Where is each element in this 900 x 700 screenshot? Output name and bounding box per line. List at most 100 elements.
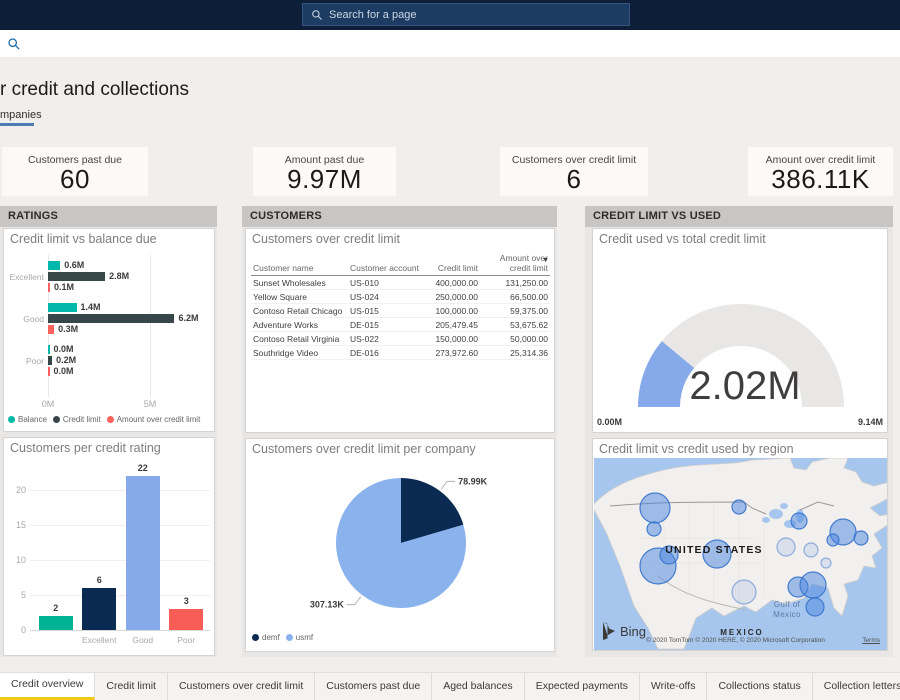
table-row[interactable]: Sunset WholesalesUS-010400,000.00131,250… bbox=[251, 276, 550, 290]
bar-amount-over-credit-limit[interactable] bbox=[48, 325, 54, 334]
map-bubble[interactable] bbox=[804, 543, 818, 557]
global-search-box[interactable] bbox=[302, 3, 630, 26]
map-bubble[interactable] bbox=[827, 534, 839, 546]
map-bubble[interactable] bbox=[821, 558, 831, 568]
map-bubble[interactable] bbox=[647, 522, 661, 536]
cell: DE-016 bbox=[348, 346, 421, 360]
data-label: 307.13K bbox=[310, 600, 345, 610]
nav-search-button[interactable] bbox=[4, 37, 24, 53]
map-bubble[interactable] bbox=[791, 513, 807, 529]
legend-item[interactable]: Balance bbox=[8, 415, 47, 424]
workspace-tab-write-offs[interactable]: Write-offs bbox=[640, 673, 708, 700]
bar-blank[interactable] bbox=[39, 616, 73, 630]
legend-label: demf bbox=[262, 633, 280, 642]
column-header-credit-limit[interactable]: Credit limit bbox=[421, 253, 480, 276]
bar-balance[interactable] bbox=[48, 303, 77, 312]
workspace-tab-collection-letters[interactable]: Collection letters bbox=[813, 673, 900, 700]
cell: US-022 bbox=[348, 332, 421, 346]
map-label: Mexico bbox=[773, 610, 801, 619]
data-label: 0.6M bbox=[64, 261, 84, 270]
map-bubble[interactable] bbox=[640, 493, 670, 523]
kpi-value: 386.11K bbox=[748, 166, 893, 192]
legend-label: Balance bbox=[18, 415, 47, 424]
bar-good[interactable] bbox=[126, 476, 160, 630]
map-bubble[interactable] bbox=[806, 598, 824, 616]
bar-amount-over-credit-limit[interactable] bbox=[48, 367, 50, 376]
chart-credit-limit-vs-balance-due: Credit limit vs balance due 0M5MExcellen… bbox=[3, 228, 215, 432]
category-label: Good bbox=[6, 314, 44, 324]
column-header-customer-account[interactable]: Customer account bbox=[348, 253, 421, 276]
map-bubble[interactable] bbox=[732, 580, 756, 604]
y-axis-tick: 20 bbox=[6, 485, 26, 495]
bing-map[interactable]: UNITED STATESMEXICOGulf ofMexico Bing © … bbox=[594, 458, 887, 650]
cell: 273,972.60 bbox=[421, 346, 480, 360]
data-label: 0.3M bbox=[58, 325, 78, 334]
kpi-amount-over-credit-limit[interactable]: Amount over credit limit 386.11K bbox=[748, 147, 893, 196]
workspace-tab-credit-limit[interactable]: Credit limit bbox=[95, 673, 168, 700]
bar-poor[interactable] bbox=[169, 609, 203, 630]
map-bubble[interactable] bbox=[800, 572, 826, 598]
column-header-customer-name[interactable]: Customer name bbox=[251, 253, 348, 276]
map-label: UNITED STATES bbox=[665, 544, 762, 556]
table-row[interactable]: Southridge VideoDE-016273,972.6025,314.3… bbox=[251, 346, 550, 360]
table-row[interactable]: Contoso Retail ChicagoUS-015100,000.0059… bbox=[251, 304, 550, 318]
global-search-input[interactable] bbox=[329, 9, 621, 21]
workspace-tab-credit-overview[interactable]: Credit overview bbox=[0, 673, 95, 700]
data-label: 0.2M bbox=[56, 356, 76, 365]
cell: US-010 bbox=[348, 276, 421, 290]
workspace-tab-customers-over-credit-limit[interactable]: Customers over credit limit bbox=[168, 673, 315, 700]
workspace-tab-expected-payments[interactable]: Expected payments bbox=[525, 673, 640, 700]
workspace-tab-aged-balances[interactable]: Aged balances bbox=[432, 673, 524, 700]
bar-credit-limit[interactable] bbox=[48, 272, 105, 281]
kpi-customers-over-credit-limit[interactable]: Customers over credit limit 6 bbox=[500, 147, 648, 196]
bar-credit-limit[interactable] bbox=[48, 314, 174, 323]
bar-amount-over-credit-limit[interactable] bbox=[48, 283, 50, 292]
action-bar bbox=[0, 30, 900, 58]
kpi-value: 6 bbox=[500, 166, 648, 192]
gauge-fill[interactable] bbox=[659, 355, 678, 407]
cell: 59,375.00 bbox=[480, 304, 550, 318]
cell: Yellow Square bbox=[251, 290, 348, 304]
table-row[interactable]: Yellow SquareUS-024250,000.0066,500.00 bbox=[251, 290, 550, 304]
sort-descending-icon[interactable]: ▼ bbox=[542, 257, 549, 264]
column-header-amount-over-credit-limit[interactable]: Amount over credit limit▼ bbox=[480, 253, 550, 276]
y-axis-tick: 5 bbox=[6, 590, 26, 600]
map-bubble[interactable] bbox=[854, 531, 868, 545]
legend-item[interactable]: Amount over credit limit bbox=[107, 415, 201, 424]
table-row[interactable]: Adventure WorksDE-015205,479.4553,675.62 bbox=[251, 318, 550, 332]
top-nav-bar bbox=[0, 0, 900, 30]
bar-credit-limit[interactable] bbox=[48, 356, 52, 365]
gauge-value-label: 2.02M bbox=[689, 364, 800, 408]
cell: 53,675.62 bbox=[480, 318, 550, 332]
search-icon bbox=[311, 9, 323, 21]
tab-companies[interactable]: mpanies bbox=[0, 109, 42, 121]
workspace-tab-customers-past-due[interactable]: Customers past due bbox=[315, 673, 432, 700]
data-label: 6.2M bbox=[178, 314, 198, 323]
kpi-amount-past-due[interactable]: Amount past due 9.97M bbox=[253, 147, 396, 196]
panel-credit-header: CREDIT LIMIT VS USED bbox=[585, 206, 893, 227]
data-label: 0.0M bbox=[54, 367, 74, 376]
cell: 100,000.00 bbox=[421, 304, 480, 318]
gauge-min-label: 0.00M bbox=[597, 417, 622, 427]
bar-balance[interactable] bbox=[48, 261, 60, 270]
map-attribution: © 2020 TomTom © 2020 HERE, © 2020 Micros… bbox=[624, 637, 847, 644]
cell: Southridge Video bbox=[251, 346, 348, 360]
legend-label: usmf bbox=[296, 633, 313, 642]
bar-excellent[interactable] bbox=[82, 588, 116, 630]
table-row[interactable]: Contoso Retail VirginiaUS-022150,000.005… bbox=[251, 332, 550, 346]
workspace-tab-collections-status[interactable]: Collections status bbox=[707, 673, 812, 700]
kpi-customers-past-due[interactable]: Customers past due 60 bbox=[2, 147, 148, 196]
map-bubble[interactable] bbox=[777, 538, 795, 556]
map-terms-link[interactable]: Terms bbox=[862, 637, 880, 644]
bar-balance[interactable] bbox=[48, 345, 50, 354]
category-label: Poor bbox=[6, 356, 44, 366]
legend-item[interactable]: demf bbox=[252, 633, 280, 642]
legend-item[interactable]: usmf bbox=[286, 633, 313, 642]
cell: 66,500.00 bbox=[480, 290, 550, 304]
map-bubble[interactable] bbox=[732, 500, 746, 514]
workspace-tab-bar: Credit overviewCredit limitCustomers ove… bbox=[0, 672, 900, 700]
legend-item[interactable]: Credit limit bbox=[53, 415, 101, 424]
map-credit-by-region: Credit limit vs credit used by region UN… bbox=[592, 438, 888, 651]
data-label: 78.99K bbox=[458, 476, 488, 486]
search-icon bbox=[7, 37, 21, 51]
